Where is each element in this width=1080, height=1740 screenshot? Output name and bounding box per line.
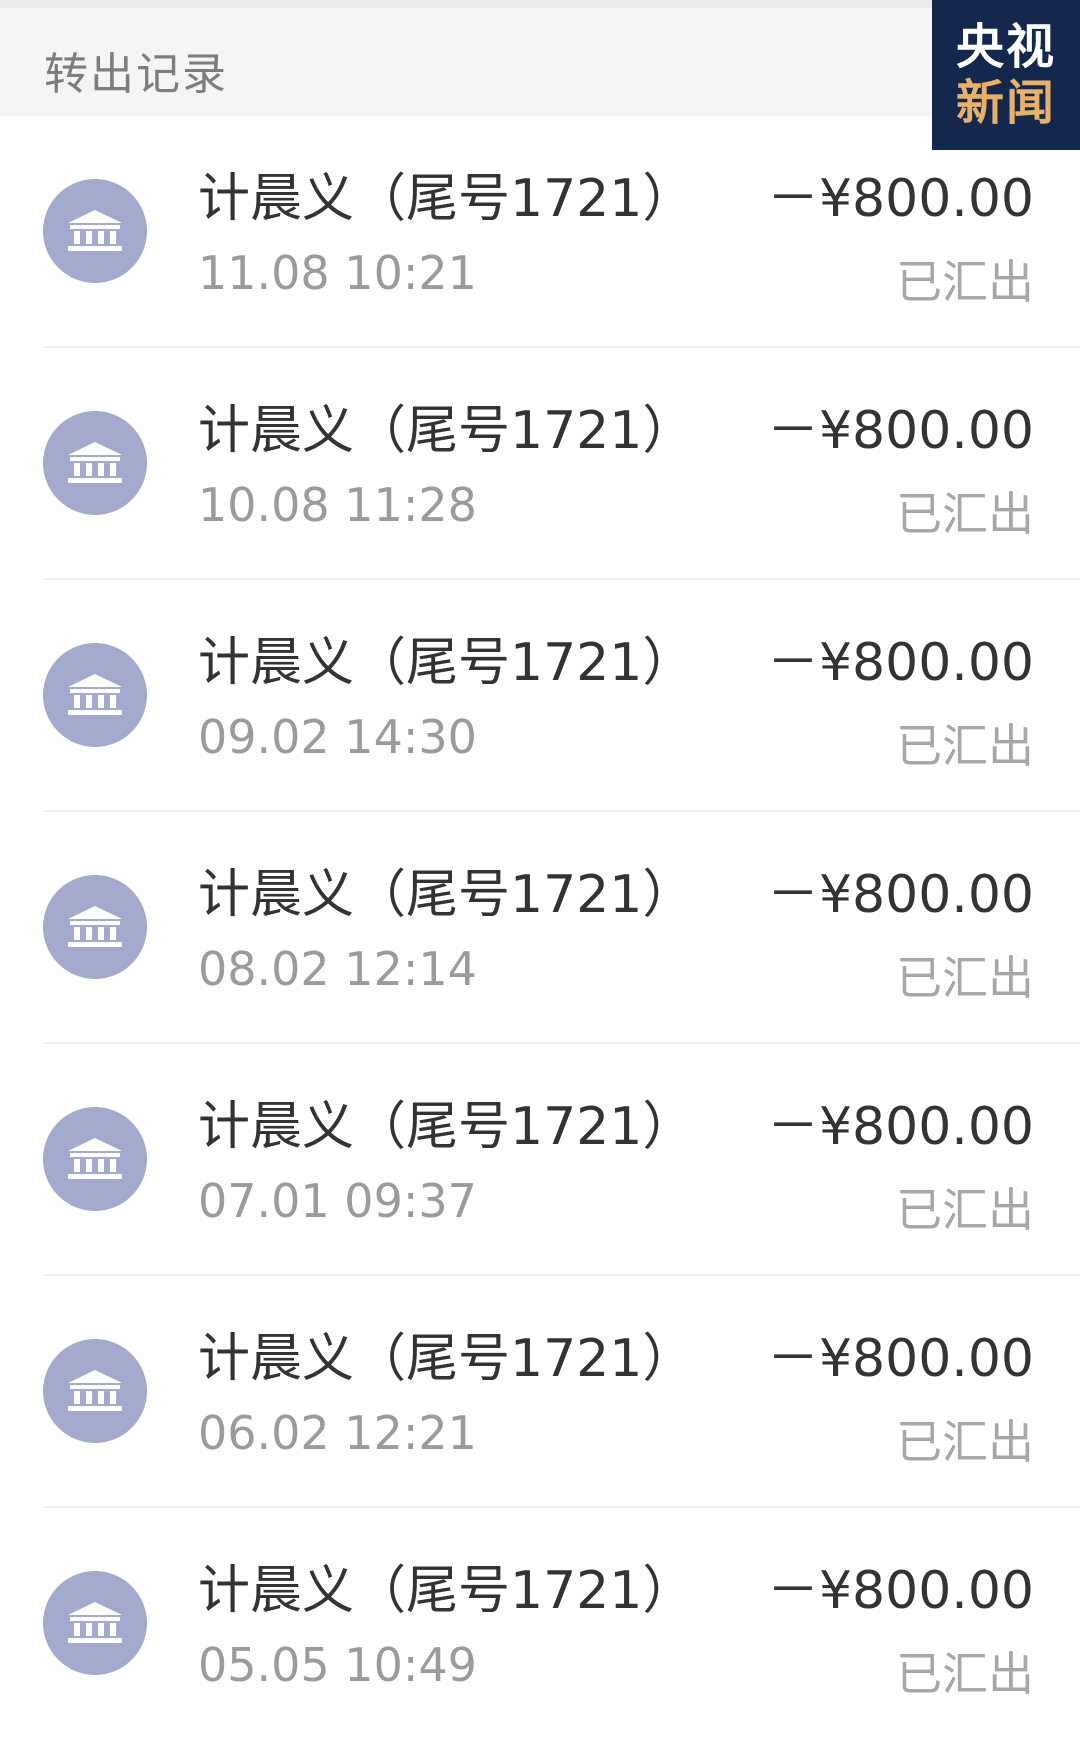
bank-icon (43, 1339, 147, 1443)
transfer-status: 已汇出 (896, 1183, 1034, 1237)
bank-icon (43, 643, 147, 747)
transfer-datetime: 10.08 11:28 (198, 478, 477, 532)
bank-icon (43, 1571, 147, 1675)
transfer-status: 已汇出 (896, 951, 1034, 1005)
payee-name: 计晨义（尾号1721） (198, 1097, 695, 1157)
transfer-amount: －¥800.00 (766, 1561, 1034, 1621)
transfer-status: 已汇出 (896, 1415, 1034, 1469)
transfer-amount: －¥800.00 (766, 633, 1034, 693)
transfer-datetime: 08.02 12:14 (198, 942, 477, 996)
transfer-amount: －¥800.00 (766, 865, 1034, 925)
watermark-line1: 央视 (955, 19, 1056, 75)
transfer-status: 已汇出 (896, 1647, 1034, 1701)
bank-icon (43, 179, 147, 283)
payee-name: 计晨义（尾号1721） (198, 1329, 695, 1389)
transfer-record-row[interactable]: 计晨义（尾号1721） －¥800.00 09.02 14:30 已汇出 (0, 580, 1080, 812)
bank-icon (43, 875, 147, 979)
payee-name: 计晨义（尾号1721） (198, 1561, 695, 1621)
transfer-status: 已汇出 (896, 487, 1034, 541)
transfer-datetime: 11.08 10:21 (198, 246, 477, 300)
transfer-record-row[interactable]: 计晨义（尾号1721） －¥800.00 11.08 10:21 已汇出 (0, 116, 1080, 348)
transfer-datetime: 06.02 12:21 (198, 1406, 477, 1460)
payee-name: 计晨义（尾号1721） (198, 401, 695, 461)
section-header: 转出记录 (0, 0, 1080, 116)
transfer-record-row[interactable]: 计晨义（尾号1721） －¥800.00 10.08 11:28 已汇出 (0, 348, 1080, 580)
bank-icon (43, 411, 147, 515)
transfer-datetime: 05.05 10:49 (198, 1638, 477, 1692)
payee-name: 计晨义（尾号1721） (198, 633, 695, 693)
transfer-amount: －¥800.00 (766, 401, 1034, 461)
bank-icon (43, 1107, 147, 1211)
transfer-status: 已汇出 (896, 719, 1034, 773)
section-title: 转出记录 (44, 49, 228, 100)
transfer-record-row[interactable]: 计晨义（尾号1721） －¥800.00 08.02 12:14 已汇出 (0, 812, 1080, 1044)
transfer-record-list: 计晨义（尾号1721） －¥800.00 11.08 10:21 已汇出 计晨义… (0, 116, 1080, 1740)
payee-name: 计晨义（尾号1721） (198, 169, 695, 229)
transfer-amount: －¥800.00 (766, 1097, 1034, 1157)
transfer-datetime: 07.01 09:37 (198, 1174, 477, 1228)
transfer-record-row[interactable]: 计晨义（尾号1721） －¥800.00 06.02 12:21 已汇出 (0, 1276, 1080, 1508)
transfer-amount: －¥800.00 (766, 169, 1034, 229)
payee-name: 计晨义（尾号1721） (198, 865, 695, 925)
transfer-record-row[interactable]: 计晨义（尾号1721） －¥800.00 07.01 09:37 已汇出 (0, 1044, 1080, 1276)
transfer-record-row[interactable]: 计晨义（尾号1721） －¥800.00 05.05 10:49 已汇出 (0, 1508, 1080, 1740)
transfer-datetime: 09.02 14:30 (198, 710, 477, 764)
transfer-amount: －¥800.00 (766, 1329, 1034, 1389)
transfer-status: 已汇出 (896, 255, 1034, 309)
